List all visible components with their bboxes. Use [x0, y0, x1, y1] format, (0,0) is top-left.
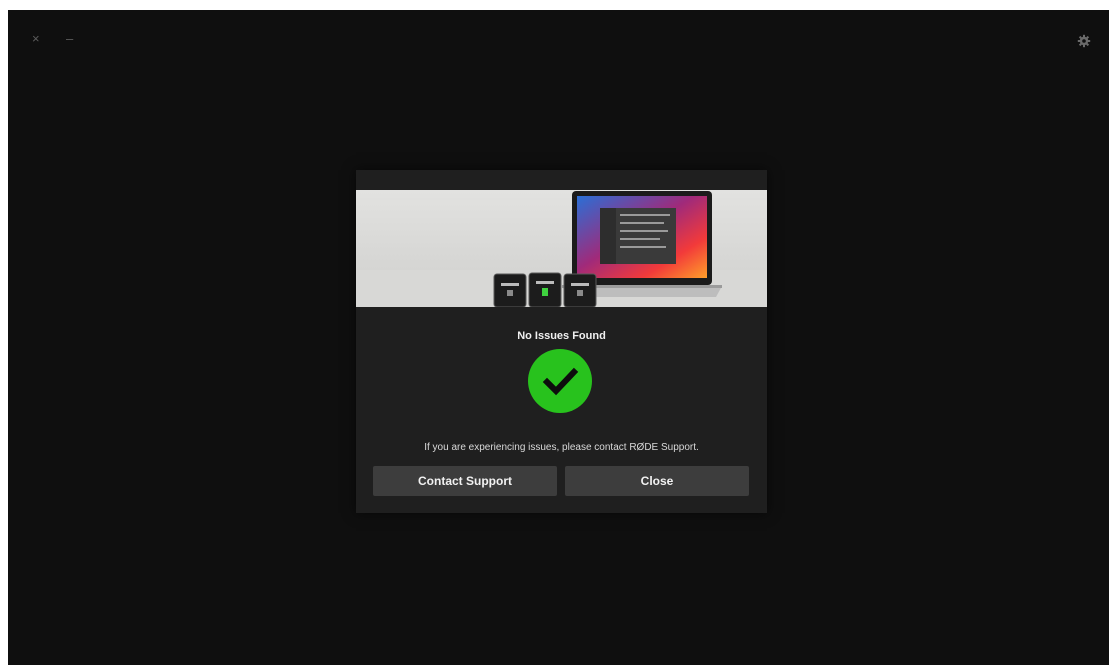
hero-image: [356, 190, 767, 307]
checkmark-icon: [528, 349, 592, 413]
app-window: × – No Issues Found If you are experienc…: [8, 10, 1109, 665]
contact-support-button[interactable]: Contact Support: [373, 466, 557, 496]
window-close-icon[interactable]: ×: [32, 32, 40, 46]
dialog-title: No Issues Found: [517, 330, 606, 342]
status-message: If you are experiencing issues, please c…: [424, 442, 699, 453]
window-minimize-icon[interactable]: –: [66, 32, 73, 46]
gear-icon[interactable]: [1077, 34, 1091, 48]
diagnostic-dialog: No Issues Found If you are experiencing …: [356, 170, 767, 513]
close-button[interactable]: Close: [565, 466, 749, 496]
